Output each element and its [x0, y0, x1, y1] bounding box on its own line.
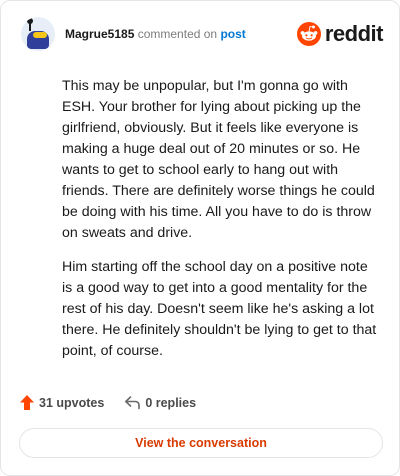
replies-stat[interactable]: 0 replies [124, 395, 196, 410]
user-avatar[interactable] [21, 17, 55, 51]
view-conversation-button[interactable]: View the conversation [19, 428, 383, 458]
reddit-wordmark: reddit [324, 21, 384, 46]
reddit-logo[interactable]: reddit [296, 21, 384, 47]
comment-paragraph-2: Him starting off the school day on a pos… [62, 259, 377, 359]
comment-paragraph-1: This may be unpopular, but I'm gonna go … [62, 78, 375, 241]
comment-stats: 31 upvotes 0 replies [19, 394, 196, 411]
upvotes-count: 31 upvotes [39, 395, 105, 410]
comment-body: This may be unpopular, but I'm gonna go … [62, 76, 380, 375]
post-link[interactable]: post [220, 27, 245, 41]
reddit-logo-icon [296, 22, 321, 46]
action-text: commented on [137, 27, 218, 41]
upvote-arrow-icon [20, 395, 34, 410]
comment-header: Magrue5185 commented on post reddit [21, 15, 384, 53]
byline: Magrue5185 commented on post [65, 27, 246, 41]
comment-embed-card: Magrue5185 commented on post reddit This… [0, 0, 400, 476]
reply-arrow-icon [125, 396, 141, 410]
replies-count: 0 replies [145, 395, 197, 410]
upvotes-stat[interactable]: 31 upvotes [19, 394, 104, 411]
username-link[interactable]: Magrue5185 [65, 27, 134, 41]
